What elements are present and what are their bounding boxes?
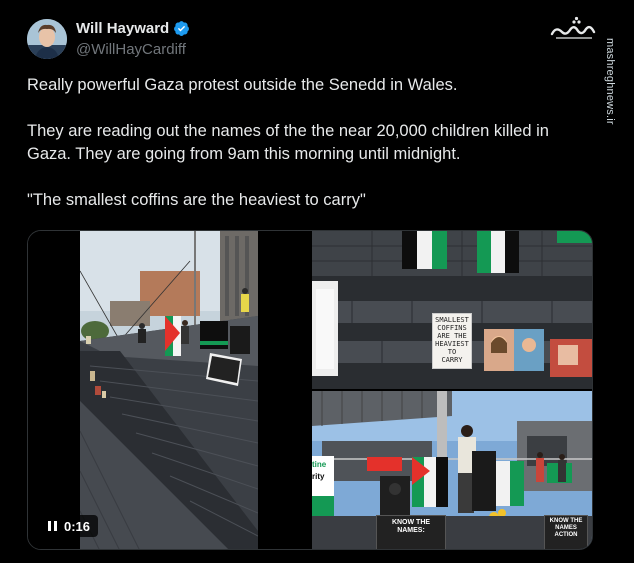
sign-smallest-coffins: SMALLEST COFFINS ARE THE HEAVIEST TO CAR…	[432, 313, 472, 369]
author-handle[interactable]: @WillHayCardiff	[76, 41, 186, 58]
media-grid[interactable]: 0:16 SMALLEST COFFINS ARE THE HEAVIEST T…	[27, 230, 593, 550]
video-time-badge[interactable]: 0:16	[40, 515, 99, 537]
video-player[interactable]: 0:16	[28, 231, 310, 549]
verified-badge-icon	[173, 20, 190, 37]
tweet-line-1: Really powerful Gaza protest outside the…	[27, 76, 458, 94]
avatar[interactable]	[27, 19, 67, 59]
watermark-logo	[548, 16, 598, 42]
tweet-line-2: They are reading out the names of the th…	[27, 122, 549, 163]
video-time: 0:16	[64, 518, 91, 534]
tweet-line-3: "The smallest coffins are the heaviest t…	[27, 191, 366, 209]
author-display-name[interactable]: Will Hayward	[76, 20, 169, 37]
sign-know-the-names-small: KNOW THE NAMES ACTION	[544, 515, 588, 549]
video-frame-image	[80, 231, 258, 549]
photo-steps-sign[interactable]: SMALLEST COFFINS ARE THE HEAVIEST TO CAR…	[312, 231, 592, 389]
author-name-row[interactable]: Will Hayward	[76, 20, 190, 37]
sign-know-the-names: KNOW THE NAMES:	[376, 515, 446, 549]
tweet[interactable]: Will Hayward @WillHayCardiff mashreghnew…	[0, 0, 634, 563]
watermark-site: mashreghnews.ir	[604, 38, 616, 125]
pause-icon[interactable]	[48, 521, 57, 531]
photo-speaker-podium[interactable]: tine rity ige KNOW THE NAMES: KNOW THE N…	[312, 391, 592, 549]
tweet-text: Really powerful Gaza protest outside the…	[27, 74, 597, 212]
banner-left-partial: tine rity ige	[312, 460, 327, 493]
